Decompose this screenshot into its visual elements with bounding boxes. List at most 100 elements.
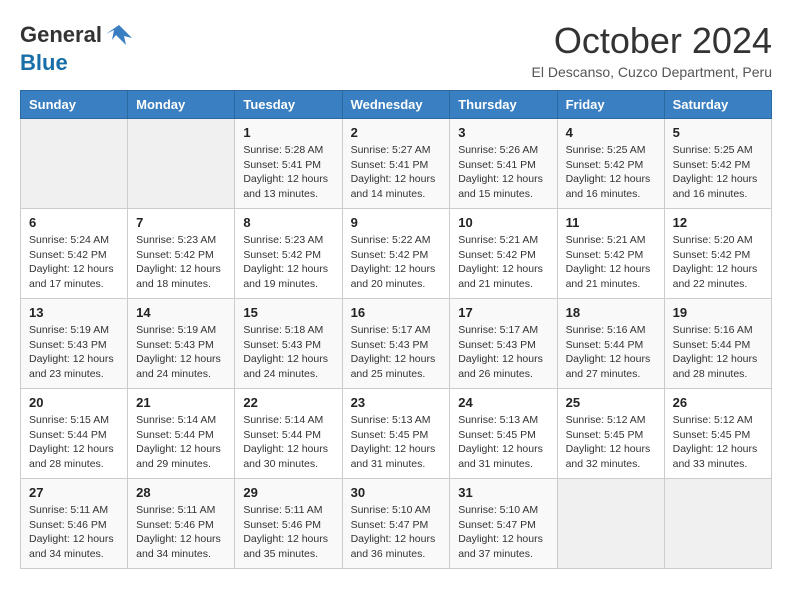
day-info: Sunrise: 5:16 AM Sunset: 5:44 PM Dayligh… bbox=[673, 323, 763, 382]
calendar-cell: 8 Sunrise: 5:23 AM Sunset: 5:42 PM Daylig… bbox=[235, 209, 342, 299]
day-info: Sunrise: 5:27 AM Sunset: 5:41 PM Dayligh… bbox=[351, 143, 442, 202]
weekday-header-sunday: Sunday bbox=[21, 91, 128, 119]
day-number: 27 bbox=[29, 485, 119, 500]
day-number: 5 bbox=[673, 125, 763, 140]
calendar-cell: 16 Sunrise: 5:17 AM Sunset: 5:43 PM Dayli… bbox=[342, 299, 450, 389]
day-info: Sunrise: 5:24 AM Sunset: 5:42 PM Dayligh… bbox=[29, 233, 119, 292]
day-info: Sunrise: 5:10 AM Sunset: 5:47 PM Dayligh… bbox=[458, 503, 548, 562]
day-number: 24 bbox=[458, 395, 548, 410]
weekday-header-saturday: Saturday bbox=[664, 91, 771, 119]
logo-bird-icon bbox=[104, 20, 134, 50]
day-number: 3 bbox=[458, 125, 548, 140]
day-info: Sunrise: 5:17 AM Sunset: 5:43 PM Dayligh… bbox=[351, 323, 442, 382]
day-number: 25 bbox=[566, 395, 656, 410]
weekday-header-friday: Friday bbox=[557, 91, 664, 119]
day-number: 16 bbox=[351, 305, 442, 320]
day-info: Sunrise: 5:21 AM Sunset: 5:42 PM Dayligh… bbox=[566, 233, 656, 292]
day-number: 15 bbox=[243, 305, 333, 320]
day-number: 17 bbox=[458, 305, 548, 320]
title-area: October 2024 El Descanso, Cuzco Departme… bbox=[532, 20, 772, 80]
day-info: Sunrise: 5:16 AM Sunset: 5:44 PM Dayligh… bbox=[566, 323, 656, 382]
calendar-cell: 30Sunrise: 5:10 AM Sunset: 5:47 PM Dayli… bbox=[342, 479, 450, 569]
calendar-cell bbox=[128, 119, 235, 209]
calendar-cell: 31 Sunrise: 5:10 AM Sunset: 5:47 PM Dayli… bbox=[450, 479, 557, 569]
day-info: Sunrise: 5:19 AM Sunset: 5:43 PM Dayligh… bbox=[136, 323, 226, 382]
calendar-cell: 4 Sunrise: 5:25 AM Sunset: 5:42 PM Daylig… bbox=[557, 119, 664, 209]
calendar-cell: 11Sunrise: 5:21 AM Sunset: 5:42 PM Dayli… bbox=[557, 209, 664, 299]
day-number: 2 bbox=[351, 125, 442, 140]
day-info: Sunrise: 5:11 AM Sunset: 5:46 PM Dayligh… bbox=[29, 503, 119, 562]
calendar-cell: 2 Sunrise: 5:27 AM Sunset: 5:41 PM Daylig… bbox=[342, 119, 450, 209]
day-info: Sunrise: 5:25 AM Sunset: 5:42 PM Dayligh… bbox=[566, 143, 656, 202]
calendar-cell bbox=[21, 119, 128, 209]
day-number: 9 bbox=[351, 215, 442, 230]
day-info: Sunrise: 5:23 AM Sunset: 5:42 PM Dayligh… bbox=[243, 233, 333, 292]
calendar-week-row: 13 Sunrise: 5:19 AM Sunset: 5:43 PM Dayli… bbox=[21, 299, 772, 389]
weekday-header-monday: Monday bbox=[128, 91, 235, 119]
day-info: Sunrise: 5:12 AM Sunset: 5:45 PM Dayligh… bbox=[673, 413, 763, 472]
calendar-cell: 23 Sunrise: 5:13 AM Sunset: 5:45 PM Dayli… bbox=[342, 389, 450, 479]
calendar-cell bbox=[557, 479, 664, 569]
day-number: 4 bbox=[566, 125, 656, 140]
calendar-header: SundayMondayTuesdayWednesdayThursdayFrid… bbox=[21, 91, 772, 119]
calendar-week-row: 20Sunrise: 5:15 AM Sunset: 5:44 PM Dayli… bbox=[21, 389, 772, 479]
day-number: 18 bbox=[566, 305, 656, 320]
calendar-cell: 25Sunrise: 5:12 AM Sunset: 5:45 PM Dayli… bbox=[557, 389, 664, 479]
day-number: 20 bbox=[29, 395, 119, 410]
day-number: 7 bbox=[136, 215, 226, 230]
calendar-body: 1 Sunrise: 5:28 AM Sunset: 5:41 PM Daylig… bbox=[21, 119, 772, 569]
calendar-cell: 5 Sunrise: 5:25 AM Sunset: 5:42 PM Daylig… bbox=[664, 119, 771, 209]
calendar-week-row: 27 Sunrise: 5:11 AM Sunset: 5:46 PM Dayli… bbox=[21, 479, 772, 569]
day-number: 14 bbox=[136, 305, 226, 320]
day-info: Sunrise: 5:13 AM Sunset: 5:45 PM Dayligh… bbox=[458, 413, 548, 472]
calendar-cell: 21Sunrise: 5:14 AM Sunset: 5:44 PM Dayli… bbox=[128, 389, 235, 479]
day-number: 26 bbox=[673, 395, 763, 410]
day-number: 31 bbox=[458, 485, 548, 500]
calendar-cell: 24 Sunrise: 5:13 AM Sunset: 5:45 PM Dayli… bbox=[450, 389, 557, 479]
calendar-cell: 7Sunrise: 5:23 AM Sunset: 5:42 PM Daylig… bbox=[128, 209, 235, 299]
calendar-cell bbox=[664, 479, 771, 569]
day-number: 29 bbox=[243, 485, 333, 500]
calendar-cell: 1 Sunrise: 5:28 AM Sunset: 5:41 PM Daylig… bbox=[235, 119, 342, 209]
day-info: Sunrise: 5:13 AM Sunset: 5:45 PM Dayligh… bbox=[351, 413, 442, 472]
weekday-header-row: SundayMondayTuesdayWednesdayThursdayFrid… bbox=[21, 91, 772, 119]
calendar-cell: 3 Sunrise: 5:26 AM Sunset: 5:41 PM Daylig… bbox=[450, 119, 557, 209]
calendar-cell: 27 Sunrise: 5:11 AM Sunset: 5:46 PM Dayli… bbox=[21, 479, 128, 569]
day-info: Sunrise: 5:18 AM Sunset: 5:43 PM Dayligh… bbox=[243, 323, 333, 382]
calendar-cell: 13Sunrise: 5:19 AM Sunset: 5:43 PM Dayli… bbox=[21, 299, 128, 389]
day-info: Sunrise: 5:14 AM Sunset: 5:44 PM Dayligh… bbox=[243, 413, 333, 472]
day-info: Sunrise: 5:11 AM Sunset: 5:46 PM Dayligh… bbox=[243, 503, 333, 562]
day-info: Sunrise: 5:21 AM Sunset: 5:42 PM Dayligh… bbox=[458, 233, 548, 292]
day-number: 28 bbox=[136, 485, 226, 500]
day-info: Sunrise: 5:26 AM Sunset: 5:41 PM Dayligh… bbox=[458, 143, 548, 202]
logo: General Blue bbox=[20, 20, 134, 76]
weekday-header-wednesday: Wednesday bbox=[342, 91, 450, 119]
calendar-cell: 10 Sunrise: 5:21 AM Sunset: 5:42 PM Dayli… bbox=[450, 209, 557, 299]
location-text: El Descanso, Cuzco Department, Peru bbox=[532, 64, 772, 80]
calendar-cell: 29 Sunrise: 5:11 AM Sunset: 5:46 PM Dayli… bbox=[235, 479, 342, 569]
calendar-cell: 26 Sunrise: 5:12 AM Sunset: 5:45 PM Dayli… bbox=[664, 389, 771, 479]
day-info: Sunrise: 5:25 AM Sunset: 5:42 PM Dayligh… bbox=[673, 143, 763, 202]
day-info: Sunrise: 5:20 AM Sunset: 5:42 PM Dayligh… bbox=[673, 233, 763, 292]
day-number: 13 bbox=[29, 305, 119, 320]
calendar-cell: 17Sunrise: 5:17 AM Sunset: 5:43 PM Dayli… bbox=[450, 299, 557, 389]
calendar-cell: 28Sunrise: 5:11 AM Sunset: 5:46 PM Dayli… bbox=[128, 479, 235, 569]
calendar-week-row: 1 Sunrise: 5:28 AM Sunset: 5:41 PM Daylig… bbox=[21, 119, 772, 209]
calendar-cell: 9Sunrise: 5:22 AM Sunset: 5:42 PM Daylig… bbox=[342, 209, 450, 299]
calendar-table: SundayMondayTuesdayWednesdayThursdayFrid… bbox=[20, 90, 772, 569]
month-title: October 2024 bbox=[532, 20, 772, 62]
day-info: Sunrise: 5:10 AM Sunset: 5:47 PM Dayligh… bbox=[351, 503, 442, 562]
day-info: Sunrise: 5:28 AM Sunset: 5:41 PM Dayligh… bbox=[243, 143, 333, 202]
day-number: 8 bbox=[243, 215, 333, 230]
calendar-cell: 22Sunrise: 5:14 AM Sunset: 5:44 PM Dayli… bbox=[235, 389, 342, 479]
day-number: 10 bbox=[458, 215, 548, 230]
day-number: 23 bbox=[351, 395, 442, 410]
day-info: Sunrise: 5:14 AM Sunset: 5:44 PM Dayligh… bbox=[136, 413, 226, 472]
weekday-header-thursday: Thursday bbox=[450, 91, 557, 119]
calendar-week-row: 6Sunrise: 5:24 AM Sunset: 5:42 PM Daylig… bbox=[21, 209, 772, 299]
calendar-cell: 15 Sunrise: 5:18 AM Sunset: 5:43 PM Dayli… bbox=[235, 299, 342, 389]
day-number: 19 bbox=[673, 305, 763, 320]
calendar-cell: 20Sunrise: 5:15 AM Sunset: 5:44 PM Dayli… bbox=[21, 389, 128, 479]
page-header: General Blue October 2024 El Descanso, C… bbox=[20, 20, 772, 80]
day-number: 1 bbox=[243, 125, 333, 140]
